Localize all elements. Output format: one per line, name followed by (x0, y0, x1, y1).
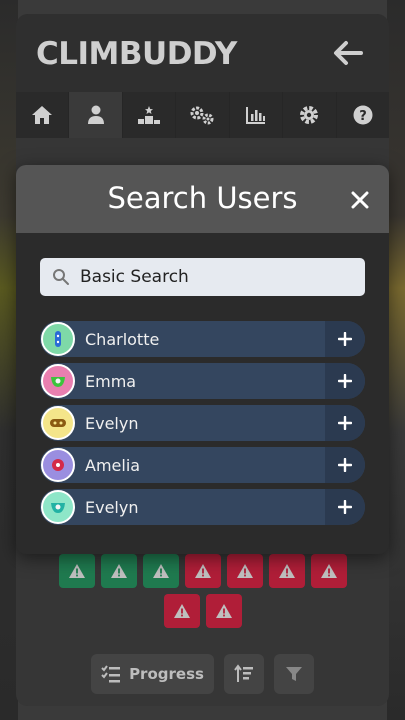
tab-help[interactable]: ? (337, 92, 389, 138)
avatar (41, 364, 75, 398)
modal-header: Search Users (16, 165, 389, 233)
sent-badge[interactable] (142, 554, 179, 588)
avatar (41, 448, 75, 482)
badge-row (16, 554, 389, 588)
search-users-modal: Search Users Charlotte Emma Evelyn Amelia Ev… (16, 165, 389, 554)
warning-badge[interactable] (310, 554, 347, 588)
help-icon: ? (353, 105, 373, 125)
tab-profile[interactable] (69, 92, 123, 138)
warning-icon (68, 564, 85, 578)
sort-icon (234, 664, 253, 682)
arrow-left-icon (334, 41, 363, 65)
user-icon (87, 105, 104, 124)
svg-text:?: ? (359, 109, 367, 124)
warning-icon (152, 564, 169, 578)
add-user-button[interactable] (325, 447, 365, 483)
close-icon (351, 191, 369, 209)
avatar (41, 322, 75, 356)
gears-icon (190, 106, 214, 125)
bottom-toolbar: Progress (16, 654, 389, 694)
user-name: Charlotte (85, 329, 160, 349)
warning-badge[interactable] (184, 554, 221, 588)
warning-badge[interactable] (205, 594, 242, 628)
user-name: Emma (85, 371, 137, 391)
user-name: Amelia (85, 455, 141, 475)
user-row[interactable]: Amelia (40, 447, 365, 483)
user-row[interactable]: Emma (40, 363, 365, 399)
user-name: Evelyn (85, 413, 139, 433)
warning-icon (110, 564, 127, 578)
nav-bar: ? (16, 92, 389, 138)
close-button[interactable] (351, 191, 369, 209)
search-bar (40, 258, 365, 296)
hold-icon (51, 377, 65, 387)
plus-icon (338, 374, 352, 388)
tab-leaderboard[interactable] (123, 92, 177, 138)
plus-icon (338, 332, 352, 346)
warning-badge[interactable] (268, 554, 305, 588)
plus-icon (338, 458, 352, 472)
tab-stats[interactable] (230, 92, 284, 138)
header: CLIMBUDDY (16, 14, 389, 92)
warning-icon (278, 564, 295, 578)
avatar (41, 406, 75, 440)
progress-label: Progress (129, 665, 204, 683)
hold-icon (55, 331, 61, 347)
warning-icon (320, 564, 337, 578)
progress-button[interactable]: Progress (91, 654, 214, 694)
checklist-icon (101, 665, 121, 683)
add-user-button[interactable] (325, 405, 365, 441)
background-right (387, 0, 405, 720)
add-user-button[interactable] (325, 363, 365, 399)
tab-home[interactable] (16, 92, 70, 138)
warning-badge[interactable] (226, 554, 263, 588)
tab-gears[interactable] (176, 92, 230, 138)
home-icon (32, 106, 53, 124)
add-user-button[interactable] (325, 489, 365, 525)
user-list: Charlotte Emma Evelyn Amelia Evelyn (40, 321, 365, 531)
user-row[interactable]: Evelyn (40, 405, 365, 441)
warning-icon (236, 564, 253, 578)
warning-badge[interactable] (163, 594, 200, 628)
user-row[interactable]: Evelyn (40, 489, 365, 525)
search-icon (53, 269, 69, 285)
user-row[interactable]: Charlotte (40, 321, 365, 357)
filter-button[interactable] (273, 654, 314, 694)
filter-icon (285, 667, 302, 681)
sort-button[interactable] (223, 654, 264, 694)
tab-settings[interactable] (283, 92, 337, 138)
hold-icon (51, 503, 65, 513)
back-button[interactable] (331, 38, 365, 68)
warning-icon (215, 604, 232, 618)
badge-row (16, 594, 389, 628)
user-name: Evelyn (85, 497, 139, 517)
warning-icon (194, 564, 211, 578)
settings-icon (300, 106, 319, 124)
hold-icon (52, 459, 64, 471)
modal-title: Search Users (107, 181, 298, 215)
sent-badge[interactable] (100, 554, 137, 588)
add-user-button[interactable] (325, 321, 365, 357)
sent-badge[interactable] (58, 554, 95, 588)
avatar (41, 490, 75, 524)
badge-grid (16, 554, 389, 634)
stats-chart-icon (245, 107, 265, 124)
app-logo: CLIMBUDDY (36, 36, 237, 72)
warning-icon (173, 604, 190, 618)
search-input[interactable] (80, 267, 340, 287)
plus-icon (338, 500, 352, 514)
leaderboard-icon (138, 106, 161, 124)
hold-icon (50, 419, 66, 427)
plus-icon (338, 416, 352, 430)
